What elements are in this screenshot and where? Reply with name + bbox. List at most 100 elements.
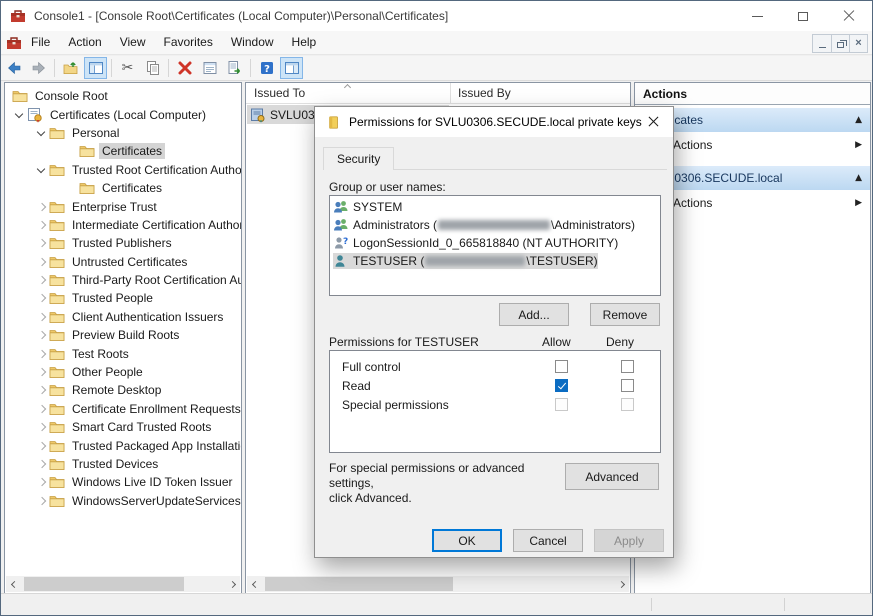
cut-button[interactable]: ✂ [116,57,139,79]
tree-item-trusted-packaged-apps[interactable]: Trusted Packaged App Installation Author… [5,436,241,454]
tree-item-trusted-devices[interactable]: Trusted Devices [5,455,241,473]
tree-item-trusted-root-certificates[interactable]: Certificates [5,179,241,197]
tree-item-trusted-publishers[interactable]: Trusted Publishers [5,234,241,252]
chevron-right-icon[interactable] [35,348,49,360]
minimize-button[interactable] [734,1,780,31]
collapse-section-icon[interactable]: ▲ [855,173,862,183]
tree-item-untrusted-certificates[interactable]: Untrusted Certificates [5,253,241,271]
mdi-close-button[interactable]: × [849,35,867,52]
help-button[interactable] [255,57,278,79]
back-button[interactable] [2,57,25,79]
menu-window[interactable]: Window [222,31,283,54]
menu-bar: File Action View Favorites Window Help × [1,31,872,55]
tree-item-personal-certificates[interactable]: Certificates [5,142,241,160]
delete-button[interactable] [173,57,196,79]
properties-button[interactable] [198,57,221,79]
scroll-left-arrow[interactable] [247,576,263,592]
ok-button[interactable]: OK [432,529,502,552]
status-separator [784,598,785,611]
chevron-right-icon[interactable] [35,421,49,433]
tree-item-enterprise-trust[interactable]: Enterprise Trust [5,197,241,215]
tree-item-cert-enrollment-requests[interactable]: Certificate Enrollment Requests [5,400,241,418]
chevron-right-icon[interactable] [35,201,49,213]
tab-security[interactable]: Security [323,147,394,170]
scroll-right-arrow[interactable] [224,576,240,592]
mmc-child-icon[interactable] [6,35,22,51]
tree-item-intermediate-ca[interactable]: Intermediate Certification Authorities [5,216,241,234]
mdi-minimize-button[interactable] [813,35,831,52]
folder-icon [49,162,65,178]
tree-item-client-auth-issuers[interactable]: Client Authentication Issuers [5,308,241,326]
tree-item-windows-live-id[interactable]: Windows Live ID Token Issuer [5,473,241,491]
chevron-down-icon[interactable] [35,164,49,176]
scroll-left-arrow[interactable] [6,576,22,592]
chevron-right-icon[interactable] [35,237,49,249]
dialog-close-button[interactable] [633,107,673,136]
cut-icon: ✂ [122,61,134,75]
collapse-section-icon[interactable]: ▲ [855,115,862,125]
menu-view[interactable]: View [111,31,155,54]
tree-item-certificates-local-computer[interactable]: Certificates (Local Computer) [5,105,241,123]
copy-button[interactable] [141,57,164,79]
tree-item-personal[interactable]: Personal [5,124,241,142]
scrollbar-thumb[interactable] [24,577,184,591]
title-bar: Console1 - [Console Root\Certificates (L… [1,1,872,31]
scroll-right-arrow[interactable] [613,576,629,592]
chevron-right-icon[interactable] [35,329,49,341]
full-control-allow-checkbox[interactable] [555,360,568,373]
menu-action[interactable]: Action [59,31,110,54]
forward-button[interactable] [27,57,50,79]
show-hide-console-tree-button[interactable] [84,57,107,79]
user-row-testuser[interactable]: TESTUSER (\TESTUSER) [330,252,660,270]
chevron-right-icon[interactable] [35,458,49,470]
minimize-icon [752,16,763,17]
tree-item-test-roots[interactable]: Test Roots [5,344,241,362]
tree-item-wsus[interactable]: WindowsServerUpdateServices [5,492,241,510]
tree-item-trusted-root-ca[interactable]: Trusted Root Certification Authorities [5,161,241,179]
menu-file[interactable]: File [22,31,59,54]
column-header-issued-by[interactable]: Issued By [450,83,620,104]
user-row-logonsession[interactable]: LogonSessionId_0_665818840 (NT AUTHORITY… [330,234,660,252]
read-allow-checkbox[interactable] [555,379,568,392]
chevron-right-icon[interactable] [35,219,49,231]
tree-item-console-root[interactable]: Console Root [5,87,241,105]
user-row-system[interactable]: SYSTEM [330,198,660,216]
maximize-button[interactable] [780,1,826,31]
export-list-button[interactable] [223,57,246,79]
cancel-button[interactable]: Cancel [513,529,583,552]
chevron-down-icon[interactable] [35,127,49,139]
menu-favorites[interactable]: Favorites [155,31,222,54]
chevron-right-icon[interactable] [35,440,49,452]
chevron-right-icon[interactable] [35,366,49,378]
chevron-right-icon[interactable] [35,495,49,507]
full-control-deny-checkbox[interactable] [621,360,634,373]
chevron-right-icon[interactable] [35,292,49,304]
chevron-right-icon[interactable] [35,384,49,396]
advanced-button[interactable]: Advanced [565,463,659,490]
chevron-right-icon[interactable] [35,476,49,488]
scrollbar-thumb[interactable] [265,577,453,591]
add-button[interactable]: Add... [499,303,569,326]
up-one-level-button[interactable] [59,57,82,79]
read-deny-checkbox[interactable] [621,379,634,392]
show-hide-action-pane-button[interactable] [280,57,303,79]
user-row-administrators[interactable]: Administrators (\Administrators) [330,216,660,234]
chevron-down-icon[interactable] [13,109,27,121]
chevron-right-icon[interactable] [35,403,49,415]
tree-item-other-people[interactable]: Other People [5,363,241,381]
chevron-right-icon[interactable] [35,311,49,323]
group-user-listbox[interactable]: SYSTEM Administrators (\Administrators) … [329,195,661,296]
tree-item-smart-card-trusted-roots[interactable]: Smart Card Trusted Roots [5,418,241,436]
chevron-right-icon[interactable] [35,274,49,286]
chevron-right-icon[interactable] [35,256,49,268]
tree-item-remote-desktop[interactable]: Remote Desktop [5,381,241,399]
list-horizontal-scrollbar[interactable] [247,576,629,592]
tree-item-third-party-root-ca[interactable]: Third-Party Root Certification Authoriti… [5,271,241,289]
menu-help[interactable]: Help [283,31,326,54]
remove-button[interactable]: Remove [590,303,660,326]
close-button[interactable] [826,1,872,31]
tree-item-preview-build-roots[interactable]: Preview Build Roots [5,326,241,344]
tree-horizontal-scrollbar[interactable] [6,576,240,592]
mdi-restore-button[interactable] [831,35,849,52]
tree-item-trusted-people[interactable]: Trusted People [5,289,241,307]
